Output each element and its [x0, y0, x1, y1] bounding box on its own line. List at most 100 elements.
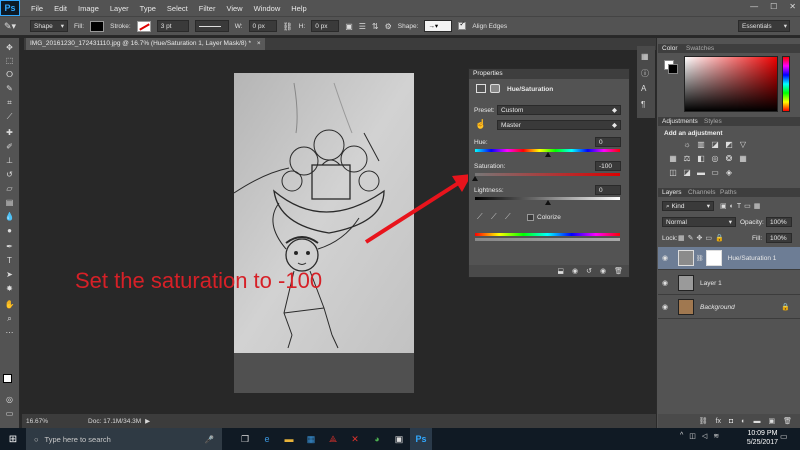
layer-row-hue-saturation[interactable]: ◉ ⛓ Hue/Saturation 1 — [658, 247, 800, 270]
up-arrow-icon[interactable]: ^ — [680, 432, 683, 440]
color-balance-icon[interactable]: ⚖ — [682, 154, 692, 164]
microphone-icon[interactable]: 🎤 — [205, 435, 214, 444]
tab-styles[interactable]: Styles — [704, 118, 722, 125]
align-edges-checkbox[interactable]: ✓ — [458, 21, 467, 30]
character-icon[interactable]: A — [641, 84, 646, 93]
posterize-icon[interactable]: ◪ — [682, 168, 692, 178]
gear-icon[interactable]: ⚙ — [385, 22, 392, 31]
gradient-tool-icon[interactable]: ▤ — [3, 197, 16, 208]
fill-swatch[interactable] — [90, 20, 105, 32]
quick-select-tool-icon[interactable]: ✎ — [3, 83, 16, 94]
visibility-eye-icon[interactable]: ◉ — [658, 279, 672, 287]
blur-tool-icon[interactable]: 💧 — [3, 211, 16, 222]
menu-type[interactable]: Type — [140, 4, 156, 13]
vibrance-icon[interactable]: ▽ — [738, 140, 748, 150]
network-icon[interactable]: ◫ — [689, 432, 696, 440]
selective-color-icon[interactable]: ◈ — [724, 168, 734, 178]
document-tab[interactable]: IMG_20161230_172431110.jpg @ 16.7% (Hue/… — [26, 38, 265, 50]
close-icon[interactable]: ✕ — [789, 2, 796, 11]
layer-style-icon[interactable]: fx — [716, 418, 721, 425]
brush-tool-icon[interactable]: ✐ — [3, 141, 16, 152]
healing-brush-tool-icon[interactable]: ✚ — [3, 127, 16, 138]
layer-row-background[interactable]: ◉ Background 🔒 — [658, 296, 800, 319]
tab-paths[interactable]: Paths — [720, 189, 737, 196]
history-brush-tool-icon[interactable]: ↺ — [3, 169, 16, 180]
visibility-eye-icon[interactable]: ◉ — [658, 303, 672, 311]
new-group-icon[interactable]: ▬ — [753, 418, 760, 425]
tab-color[interactable]: Color — [662, 45, 678, 52]
view-previous-icon[interactable]: ◉ — [572, 267, 578, 275]
pen-tool-icon[interactable]: ✒ — [3, 241, 16, 252]
crop-tool-icon[interactable]: ⌗ — [3, 97, 16, 108]
type-tool-icon[interactable]: T — [3, 255, 16, 266]
info-icon[interactable]: ⓘ — [641, 68, 649, 79]
trash-icon[interactable]: 🗑 — [783, 417, 792, 425]
marquee-tool-icon[interactable]: ⬚ — [3, 55, 16, 66]
hue-strip[interactable] — [782, 56, 790, 112]
eyedropper-plus-icon[interactable]: ⟋ — [491, 212, 497, 222]
layer-filter-icons[interactable]: ▣◐T▭▦ — [720, 202, 763, 210]
eyedropper-icon[interactable]: ⟋ — [477, 212, 483, 222]
tab-adjustments[interactable]: Adjustments — [662, 118, 698, 125]
stroke-type-select[interactable] — [194, 20, 229, 32]
minimize-icon[interactable]: — — [750, 2, 758, 11]
link-icon[interactable]: ⛓ — [283, 22, 293, 31]
clone-stamp-tool-icon[interactable]: ⊥ — [3, 155, 16, 166]
shape-mode-select[interactable]: Shape ▾ — [30, 20, 68, 32]
saturation-field[interactable]: -100 — [595, 161, 621, 171]
visibility-icon[interactable]: ◉ — [600, 267, 606, 275]
background-color-chip[interactable] — [668, 64, 678, 74]
layer-mask-thumbnail[interactable] — [705, 250, 722, 266]
history-icon[interactable]: ▦ — [641, 52, 649, 61]
add-mask-icon[interactable]: ◘ — [729, 418, 733, 425]
black-white-icon[interactable]: ◧ — [696, 154, 706, 164]
menu-layer[interactable]: Layer — [110, 4, 129, 13]
acrobat-icon[interactable]: ⟁ — [322, 428, 344, 450]
targeted-adjustment-icon[interactable]: ☝ — [475, 119, 486, 130]
menu-select[interactable]: Select — [167, 4, 188, 13]
close-tab-icon[interactable]: × — [257, 40, 261, 47]
lock-options-icons[interactable]: ▦✎✥▭🔒 — [678, 234, 727, 242]
menu-view[interactable]: View — [226, 4, 242, 13]
tab-channels[interactable]: Channels — [688, 189, 715, 196]
menu-window[interactable]: Window — [254, 4, 281, 13]
brightness-icon[interactable]: ☼ — [682, 140, 692, 150]
height-field[interactable]: 0 px — [311, 20, 340, 32]
path-operations-icon[interactable]: ▣ — [345, 22, 353, 31]
volume-icon[interactable]: ◁ — [702, 432, 707, 440]
hue-field[interactable]: 0 — [595, 137, 621, 147]
status-arrow-icon[interactable]: ▶ — [145, 417, 150, 425]
layer-mask-icon[interactable] — [490, 84, 500, 93]
lightness-field[interactable]: 0 — [595, 185, 621, 195]
edit-toolbar-icon[interactable]: ⋯ — [3, 327, 16, 338]
threshold-icon[interactable]: ▬ — [696, 168, 706, 178]
stroke-swatch[interactable] — [136, 20, 151, 32]
chrome-icon[interactable]: ◕ — [366, 428, 388, 450]
exposure-icon[interactable]: ◩ — [724, 140, 734, 150]
path-arrangement-icon[interactable]: ⇅ — [372, 22, 379, 31]
fill-field[interactable]: 100% — [766, 233, 792, 243]
paragraph-icon[interactable]: ¶ — [641, 100, 645, 109]
zoom-tool-icon[interactable]: ⌕ — [3, 313, 16, 324]
tab-layers[interactable]: Layers — [662, 189, 682, 196]
zoom-level[interactable]: 16.67% — [26, 418, 48, 425]
hue-saturation-icon[interactable]: ▦ — [668, 154, 678, 164]
menu-image[interactable]: Image — [78, 4, 99, 13]
menu-filter[interactable]: Filter — [199, 4, 216, 13]
menu-edit[interactable]: Edit — [54, 4, 67, 13]
new-layer-icon[interactable]: ▣ — [768, 417, 775, 425]
quick-mask-icon[interactable]: ◎ — [3, 394, 16, 405]
levels-icon[interactable]: ▥ — [696, 140, 706, 150]
eyedropper-tool-icon[interactable]: ⟋ — [3, 111, 16, 122]
store-icon[interactable]: ▦ — [300, 428, 322, 450]
custom-shape-tool-icon[interactable]: ✸ — [3, 283, 16, 294]
visibility-eye-icon[interactable]: ◉ — [658, 254, 672, 262]
preset-select[interactable]: Custom ◆ — [497, 105, 621, 115]
photoshop-taskbar-icon[interactable]: Ps — [410, 428, 432, 450]
task-view-icon[interactable]: ❐ — [234, 428, 256, 450]
taskbar-search[interactable]: ○ Type here to search 🎤 — [26, 428, 222, 450]
color-field[interactable] — [684, 56, 778, 112]
color-lookup-icon[interactable]: ▦ — [738, 154, 748, 164]
notification-icon[interactable]: ▭ — [780, 432, 788, 441]
curves-icon[interactable]: ◪ — [710, 140, 720, 150]
